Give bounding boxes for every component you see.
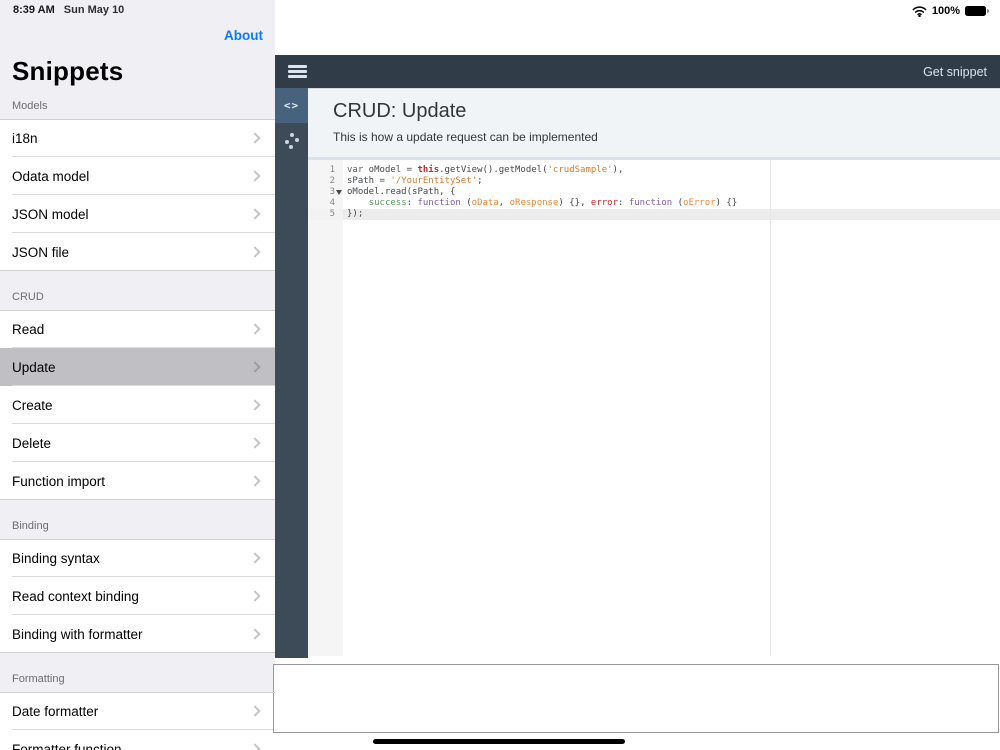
item-label: Date formatter (12, 703, 99, 719)
editor-code-area[interactable]: var oModel = this.getView().getModel('cr… (347, 160, 1000, 656)
chevron-right-icon (249, 170, 261, 182)
chevron-right-icon (249, 552, 261, 564)
code-icon: <> (283, 99, 300, 112)
item-label: Update (12, 359, 56, 375)
sidebar-item-odata-model[interactable]: Odata model (0, 157, 275, 195)
snippet-output-textarea[interactable] (273, 664, 999, 733)
section-group: i18n Odata model JSON model JSON file (0, 119, 275, 271)
chevron-right-icon (249, 743, 261, 750)
section-header: Formatting (12, 673, 65, 685)
status-bar-left: 8:39 AM Sun May 10 (13, 4, 124, 16)
sidebar-item-json-model[interactable]: JSON model (0, 195, 275, 233)
item-label: Function import (12, 473, 106, 489)
sidebar-item-function-import[interactable]: Function import (0, 462, 275, 500)
sidebar-item-json-file[interactable]: JSON file (0, 233, 275, 271)
chevron-right-icon (249, 132, 261, 144)
tool-rail: <> (275, 88, 308, 658)
chevron-right-icon (249, 208, 261, 220)
status-time: 8:39 AM (13, 4, 55, 16)
wifi-icon (912, 5, 927, 17)
sidebar-item-formatter-function[interactable]: Formatter function (0, 730, 275, 750)
about-button[interactable]: About (224, 28, 263, 43)
chevron-right-icon (249, 437, 261, 449)
line-number: 4 (329, 198, 335, 208)
section-group: Binding syntax Read context binding Bindin… (0, 539, 275, 653)
sidebar-item-binding-syntax[interactable]: Binding syntax (0, 539, 275, 577)
app-screen: 8:39 AM Sun May 10 About Snippets Models i… (0, 0, 1000, 750)
line-number: 3 (308, 187, 343, 198)
line-number: 1 (329, 165, 335, 175)
home-indicator[interactable] (373, 739, 625, 744)
chevron-right-icon (249, 628, 261, 640)
chevron-right-icon (249, 361, 261, 373)
item-label: Delete (12, 435, 52, 451)
line-number: 2 (329, 176, 335, 186)
code-view-button[interactable]: <> (275, 88, 308, 123)
chevron-right-icon (249, 399, 261, 411)
chevron-right-icon (249, 475, 261, 487)
code-line: }); (347, 209, 364, 219)
code-line: var oModel = this.getView().getModel('cr… (347, 165, 624, 175)
item-label: Binding with formatter (12, 626, 143, 642)
item-label: Binding syntax (12, 550, 100, 566)
section-group: Read Update Create Delete Function import (0, 310, 275, 500)
sidebar-item-create[interactable]: Create (0, 386, 275, 424)
snippet-subtitle: This is how a update request can be impl… (333, 130, 598, 144)
sidebar-item-date-formatter[interactable]: Date formatter (0, 692, 275, 730)
line-number: 5 (329, 209, 335, 219)
sidebar-item-i18n[interactable]: i18n (0, 119, 275, 157)
battery-icon (965, 6, 989, 16)
code-editor[interactable]: 12345 var oModel = this.getView().getMod… (308, 160, 1000, 656)
section-header: Models (12, 100, 48, 112)
section-header: Binding (12, 520, 49, 532)
item-label: Odata model (12, 168, 90, 184)
section-group: Date formatter Formatter function (0, 692, 275, 750)
item-label: Read (12, 321, 45, 337)
battery-percent: 100% (931, 5, 960, 17)
snippet-title: CRUD: Update (333, 100, 467, 122)
item-label: Read context binding (12, 588, 139, 604)
code-line: sPath = '/YourEntitySet'; (347, 176, 483, 186)
status-indicators: 100% (912, 5, 989, 17)
sidebar-item-read-context-binding[interactable]: Read context binding (0, 577, 275, 615)
dots-view-button[interactable] (275, 123, 308, 158)
item-label: JSON model (12, 206, 89, 222)
get-snippet-button[interactable]: Get snippet (923, 65, 987, 79)
fold-arrow-icon[interactable] (336, 190, 342, 195)
chevron-right-icon (249, 246, 261, 258)
item-label: Formatter function (12, 741, 122, 750)
sidebar-item-update[interactable]: Update (0, 348, 275, 386)
snippet-list: Models i18n Odata model JSON model JSON file… (0, 90, 275, 750)
status-bar-right-area: 100% (275, 0, 1000, 55)
chevron-right-icon (249, 590, 261, 602)
item-label: Create (12, 397, 53, 413)
code-line: success: function (oData, oResponse) {},… (368, 198, 738, 208)
sidebar: 8:39 AM Sun May 10 About Snippets Models i… (0, 0, 275, 750)
hamburger-menu-icon[interactable] (288, 65, 307, 78)
status-date: Sun May 10 (63, 4, 125, 16)
item-label: i18n (12, 130, 38, 146)
editor-gutter: 12345 (308, 160, 343, 656)
item-label: JSON file (12, 244, 70, 260)
dots-cluster-icon (284, 132, 299, 149)
sidebar-item-binding-with-formatter[interactable]: Binding with formatter (0, 615, 275, 653)
app-header: Get snippet (275, 55, 1000, 88)
content-header: CRUD: Update This is how a update reques… (308, 88, 1000, 160)
page-title: Snippets (12, 56, 124, 86)
section-header: CRUD (12, 291, 44, 303)
sidebar-item-read[interactable]: Read (0, 310, 275, 348)
chevron-right-icon (249, 323, 261, 335)
sidebar-item-delete[interactable]: Delete (0, 424, 275, 462)
chevron-right-icon (249, 705, 261, 717)
code-line: oModel.read(sPath, { (347, 187, 456, 197)
